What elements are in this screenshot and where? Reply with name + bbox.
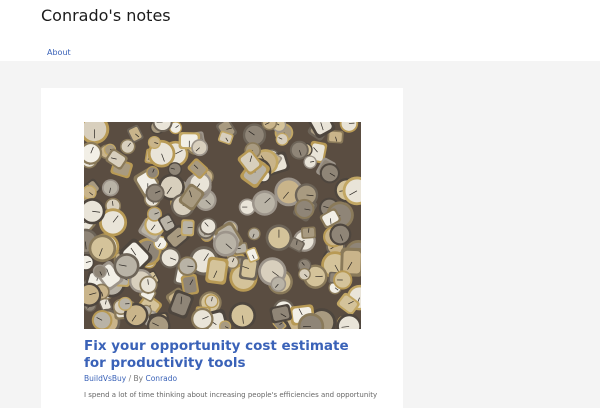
post-meta: BuildVsBuy / By Conrado xyxy=(84,374,177,383)
nav-item-about[interactable]: About xyxy=(47,48,71,57)
featured-image[interactable] xyxy=(84,122,361,329)
post-by-label: / By xyxy=(129,374,144,383)
post-card: Fix your opportunity cost estimate for p… xyxy=(41,88,403,408)
post-excerpt: I spend a lot of time thinking about inc… xyxy=(84,391,384,399)
main-nav: About xyxy=(47,40,71,59)
site-header: Conrado's notes About xyxy=(0,0,600,61)
site-title[interactable]: Conrado's notes xyxy=(41,6,171,26)
post-title[interactable]: Fix your opportunity cost estimate for p… xyxy=(84,338,354,372)
watch-faces-photo xyxy=(84,122,361,329)
post-author-link[interactable]: Conrado xyxy=(145,374,177,383)
post-category-link[interactable]: BuildVsBuy xyxy=(84,374,126,383)
